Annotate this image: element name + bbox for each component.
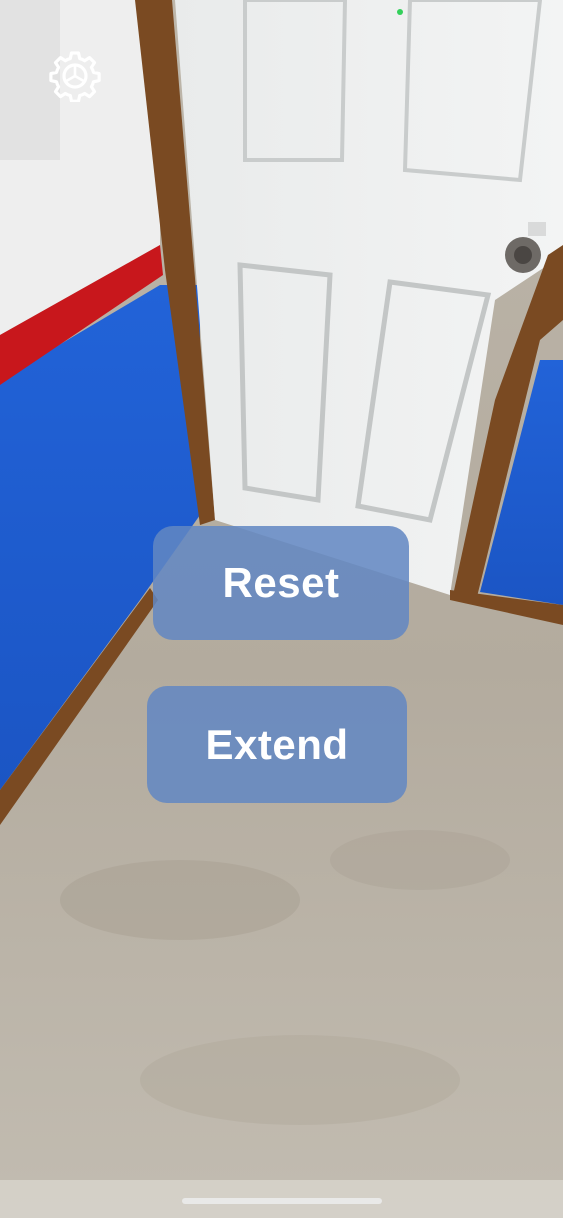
home-indicator[interactable] xyxy=(182,1198,382,1204)
ar-camera-screen: Reset Extend xyxy=(0,0,563,1218)
settings-button[interactable] xyxy=(49,50,101,102)
gear-icon xyxy=(49,51,101,102)
camera-in-use-indicator xyxy=(397,9,403,15)
extend-button[interactable]: Extend xyxy=(147,686,407,803)
reset-button[interactable]: Reset xyxy=(153,526,409,640)
